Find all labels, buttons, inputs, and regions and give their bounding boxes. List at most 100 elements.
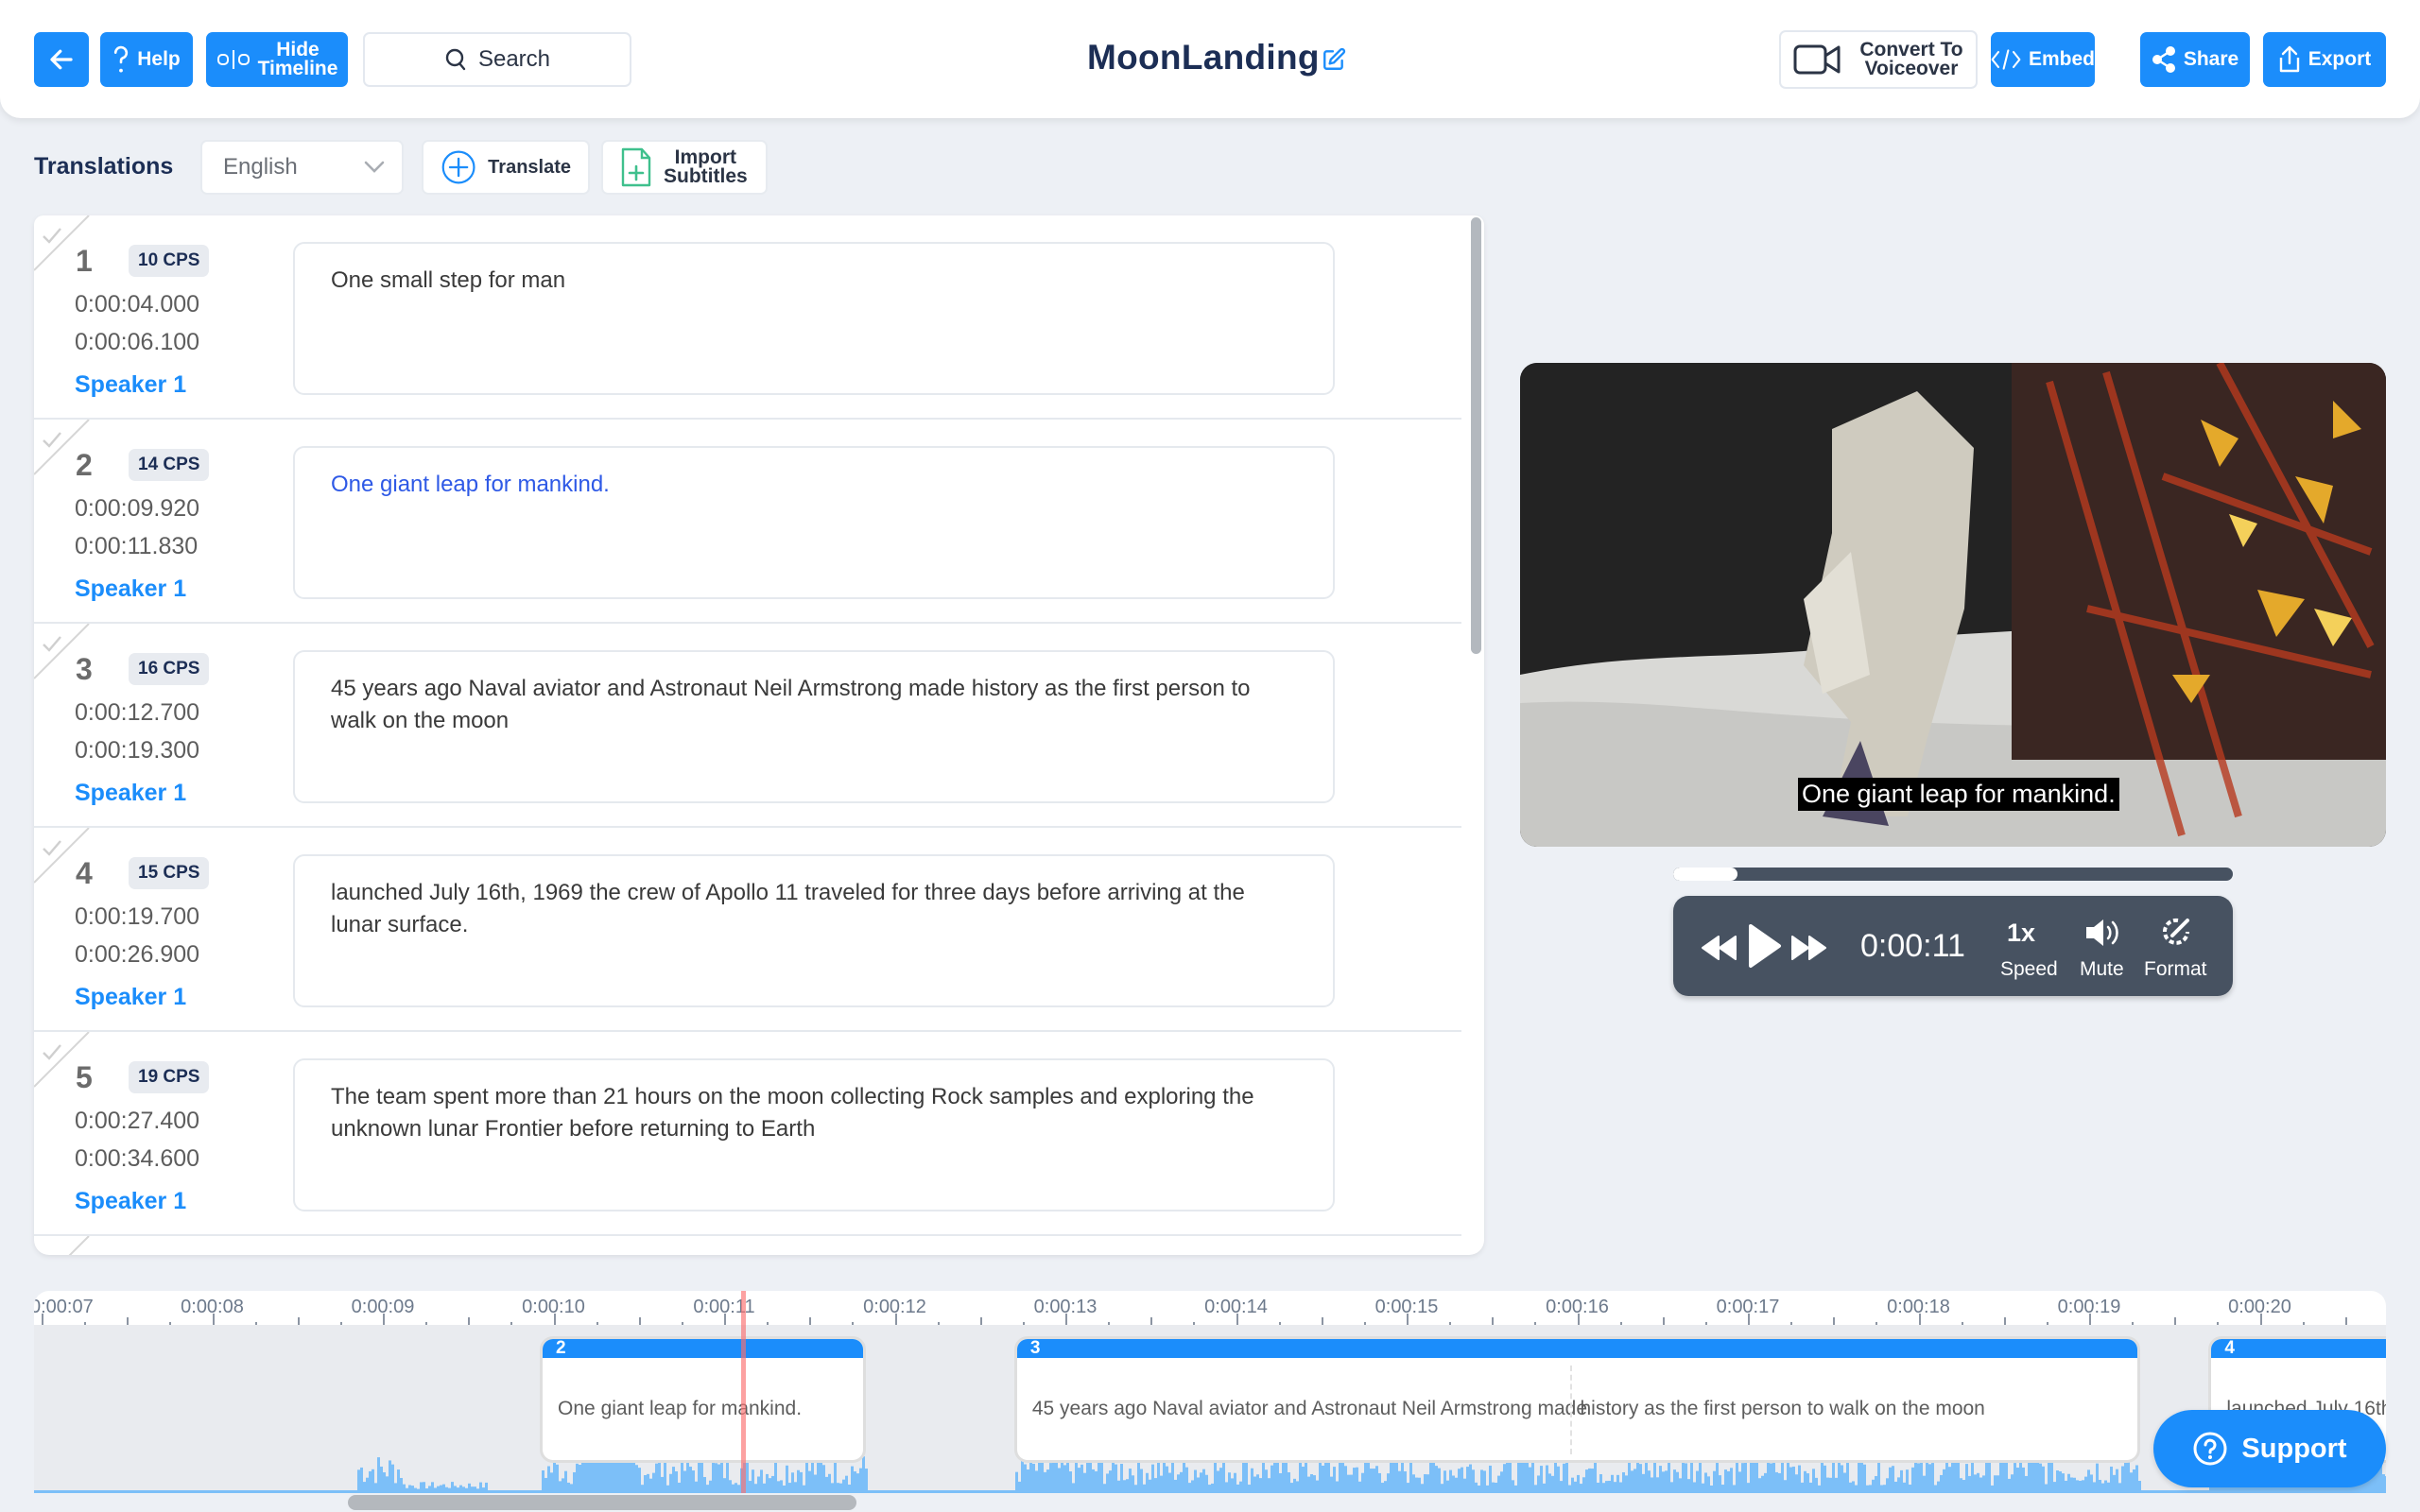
waveform-bar <box>1801 1482 1804 1493</box>
waveform-bar <box>1443 1470 1446 1493</box>
waveform-bar <box>2056 1470 2059 1493</box>
waveform-bar <box>2059 1471 2062 1493</box>
project-title[interactable]: MoonLanding <box>1087 38 1320 77</box>
speed-label[interactable]: Speed <box>2000 958 2058 981</box>
waveform-bar <box>1407 1483 1409 1493</box>
speaker-link[interactable]: Speaker 1 <box>75 371 186 399</box>
tick-mark <box>425 1322 428 1325</box>
waveform-bar <box>1846 1458 1849 1493</box>
waveform-bar <box>1052 1460 1055 1493</box>
start-time[interactable]: 0:00:19.700 <box>75 903 199 931</box>
waveform-bar <box>647 1473 649 1493</box>
waveform-bar <box>1049 1463 1052 1493</box>
mute-label[interactable]: Mute <box>2080 958 2124 981</box>
waveform-bar <box>1219 1468 1222 1493</box>
support-button[interactable]: Support <box>2153 1410 2386 1487</box>
waveform-bar <box>1835 1477 1838 1493</box>
timeline[interactable]: 0:00:07 0:00:08 0:00:09 0:00:10 0:00:11 0:00:… <box>34 1291 2386 1512</box>
search-button[interactable]: Search <box>363 32 631 87</box>
help-button[interactable]: Help <box>100 32 193 87</box>
rewind-icon[interactable] <box>1700 934 1737 962</box>
video-camera-icon <box>1793 44 1841 75</box>
waveform-bar <box>1083 1472 1086 1493</box>
playback-progress-bar[interactable] <box>1673 868 2233 881</box>
translate-button[interactable]: Translate <box>422 140 590 195</box>
subtitle-text-input[interactable]: One small step for man <box>293 242 1335 395</box>
waveform-bar <box>468 1483 471 1493</box>
waveform-bar <box>2005 1461 2008 1493</box>
clip-text: 45 years ago Naval aviator and Astronaut… <box>1031 1398 1587 1419</box>
share-icon <box>2152 46 2175 73</box>
tick-mark <box>767 1322 769 1325</box>
edit-title-icon[interactable] <box>1322 47 1346 72</box>
playhead[interactable] <box>741 1291 747 1493</box>
subtitle-row[interactable]: 3 16 CPS 0:00:12.700 0:00:19.300 Speaker… <box>34 624 1461 828</box>
back-button[interactable] <box>34 32 89 87</box>
tick-mark <box>468 1317 471 1325</box>
format-brush-icon[interactable] <box>2159 915 2193 949</box>
waveform-bar <box>1563 1463 1565 1493</box>
subtitle-row[interactable]: 1 10 CPS 0:00:04.000 0:00:06.100 Speaker… <box>34 215 1461 420</box>
start-time[interactable]: 0:00:27.400 <box>75 1108 199 1135</box>
waveform-bar <box>380 1466 383 1493</box>
cps-badge: 19 CPS <box>129 1061 210 1093</box>
fast-forward-icon[interactable] <box>1790 934 1828 962</box>
tick-mark <box>1833 1317 1836 1325</box>
waveform-bar <box>1256 1474 1259 1493</box>
timeline-scroll-thumb[interactable] <box>348 1495 856 1510</box>
waveform-bar <box>1934 1485 1937 1493</box>
waveform-bar <box>1058 1468 1061 1493</box>
subtitle-text-input[interactable]: One giant leap for mankind. <box>293 446 1335 599</box>
subtitle-row[interactable]: 2 14 CPS 0:00:09.920 0:00:11.830 Speaker… <box>34 420 1461 624</box>
timeline-scrollbar[interactable] <box>34 1493 2386 1512</box>
waveform-bar <box>1523 1458 1526 1493</box>
subtitle-text-input[interactable]: launched July 16th, 1969 the crew of Apo… <box>293 854 1335 1007</box>
format-label[interactable]: Format <box>2144 958 2207 981</box>
speaker-link[interactable]: Speaker 1 <box>75 1188 186 1215</box>
subtitle-text-input[interactable]: The team spent more than 21 hours on the… <box>293 1058 1335 1211</box>
end-time[interactable]: 0:00:11.830 <box>75 533 198 560</box>
end-time[interactable]: 0:00:26.900 <box>75 941 199 969</box>
speaker-link[interactable]: Speaker 1 <box>75 576 186 603</box>
export-button[interactable]: Export <box>2263 32 2386 87</box>
waveform-bar <box>1772 1457 1775 1493</box>
hide-timeline-button[interactable]: Hide Timeline <box>206 32 348 87</box>
play-icon[interactable] <box>1747 922 1783 970</box>
waveform-bar <box>1089 1460 1092 1493</box>
timeline-clip[interactable]: 2 One giant leap for mankind. <box>540 1336 866 1463</box>
end-time[interactable]: 0:00:06.100 <box>75 329 199 356</box>
convert-label: Convert To Voiceover <box>1859 39 1963 79</box>
waveform-bar <box>1795 1474 1798 1493</box>
speaker-link[interactable]: Speaker 1 <box>75 780 186 807</box>
subtitle-row[interactable] <box>34 1236 1461 1255</box>
waveform-bar <box>1733 1485 1736 1493</box>
convert-to-voiceover-button[interactable]: Convert To Voiceover <box>1779 30 1978 89</box>
waveform-bar <box>479 1482 482 1493</box>
start-time[interactable]: 0:00:04.000 <box>75 291 199 318</box>
timeline-clip[interactable]: 3 45 years ago Naval aviator and Astronau… <box>1013 1336 2141 1463</box>
check-corner-icon[interactable] <box>34 1236 91 1255</box>
speed-value[interactable]: 1x <box>2007 919 2035 948</box>
waveform-bar <box>703 1477 706 1493</box>
subtitle-row[interactable]: 4 15 CPS 0:00:19.700 0:00:26.900 Speaker… <box>34 828 1461 1032</box>
embed-button[interactable]: Embed <box>1991 32 2095 87</box>
start-time[interactable]: 0:00:12.700 <box>75 699 199 727</box>
subtitle-text-input[interactable]: 45 years ago Naval aviator and Astronaut… <box>293 650 1335 803</box>
timeline-ruler[interactable]: 0:00:07 0:00:08 0:00:09 0:00:10 0:00:11 0:00:… <box>34 1291 2386 1325</box>
end-time[interactable]: 0:00:19.300 <box>75 737 199 765</box>
speaker-link[interactable]: Speaker 1 <box>75 984 186 1011</box>
share-button[interactable]: Share <box>2140 32 2250 87</box>
end-time[interactable]: 0:00:34.600 <box>75 1145 199 1173</box>
language-select[interactable]: English <box>200 140 404 195</box>
waveform-bar <box>1500 1471 1503 1493</box>
waveform-bar <box>1151 1464 1154 1493</box>
waveform-bar <box>2048 1460 2050 1493</box>
list-scrollbar[interactable] <box>1471 217 1481 654</box>
import-subtitles-button[interactable]: Import Subtitles <box>601 140 768 195</box>
waveform-bar <box>2014 1463 2016 1493</box>
start-time[interactable]: 0:00:09.920 <box>75 495 199 523</box>
video-player[interactable] <box>1520 363 2386 847</box>
waveform-bar <box>2042 1466 2045 1493</box>
volume-icon[interactable] <box>2083 917 2121 949</box>
subtitle-row[interactable]: 5 19 CPS 0:00:27.400 0:00:34.600 Speaker… <box>34 1032 1461 1236</box>
